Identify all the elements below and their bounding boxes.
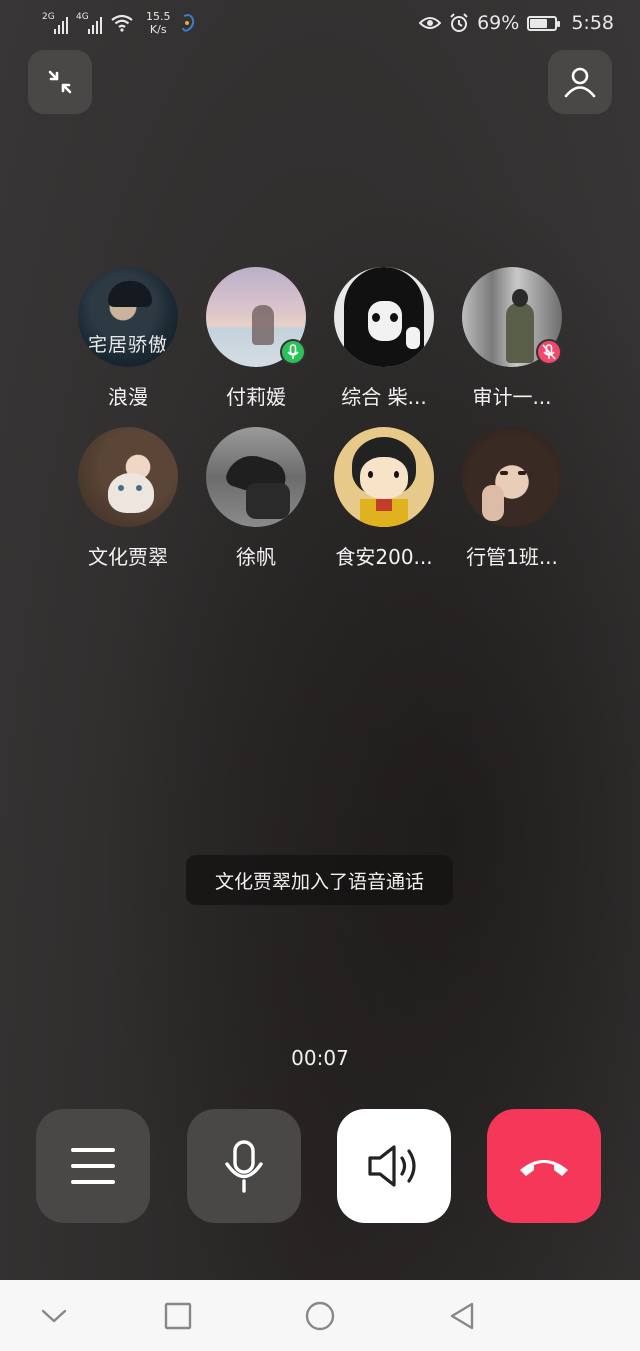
participant-name: 徐帆: [236, 545, 276, 569]
background: [0, 0, 640, 1280]
avatar: [78, 427, 178, 527]
signal-4g-icon: 4G: [76, 12, 102, 34]
participant-tile[interactable]: 付莉媛: [192, 267, 320, 410]
avatar: [206, 427, 306, 527]
hang-up-button[interactable]: [487, 1109, 601, 1223]
call-timer: 00:07: [291, 1046, 349, 1070]
participant-tile[interactable]: 文化贾翠: [64, 427, 192, 570]
minimize-button[interactable]: [28, 50, 92, 114]
network-speed: 15.5 K/s: [146, 10, 171, 36]
speed-unit: K/s: [149, 23, 167, 36]
system-navigation-bar: [0, 1280, 640, 1351]
participant-tile[interactable]: 行管1班...: [448, 427, 576, 570]
signal-2g-label: 2G: [42, 12, 55, 22]
microphone-icon: [225, 1140, 263, 1193]
eye-comfort-icon: [419, 17, 442, 29]
chevron-down-icon: [41, 1309, 67, 1323]
avatar-overlay-text: 宅居骄傲: [87, 334, 168, 356]
back-triangle-icon: [450, 1302, 474, 1330]
avatar: [462, 267, 562, 367]
person-icon: [564, 67, 596, 98]
participant-tile[interactable]: 宅居骄傲 浪漫: [64, 267, 192, 410]
speaker-icon: [368, 1145, 416, 1187]
nav-back-button[interactable]: [444, 1298, 480, 1334]
participant-name: 行管1班...: [466, 545, 558, 569]
participant-name: 审计一...: [472, 385, 552, 409]
clock-time: 5:58: [571, 12, 614, 34]
avatar: [334, 267, 434, 367]
microphone-icon: [287, 344, 299, 359]
nav-recents-button[interactable]: [160, 1298, 196, 1334]
circle-icon: [305, 1301, 335, 1331]
avatar: 宅居骄傲: [78, 267, 178, 367]
avatar: [206, 267, 306, 367]
nav-collapse-button[interactable]: [36, 1298, 72, 1334]
app-notification-icon: [181, 14, 194, 32]
signal-2g-icon: 2G: [42, 12, 68, 34]
participants-button[interactable]: [548, 50, 612, 114]
join-notification-toast: 文化贾翠加入了语音通话: [186, 855, 453, 905]
participant-name: 食安200...: [335, 545, 433, 569]
microphone-button[interactable]: [187, 1109, 301, 1223]
hang-up-icon: [520, 1160, 568, 1176]
menu-icon: [71, 1148, 115, 1184]
participant-name: 付莉媛: [226, 385, 286, 409]
speaker-button[interactable]: [337, 1109, 451, 1223]
participant-name: 浪漫: [108, 385, 148, 409]
wifi-icon: [111, 14, 133, 32]
participant-name: 文化贾翠: [88, 545, 168, 569]
alarm-icon: [450, 13, 468, 32]
participant-name: 综合 柴...: [341, 385, 427, 409]
avatar: [462, 427, 562, 527]
toast-text: 文化贾翠加入了语音通话: [214, 870, 424, 893]
nav-home-button[interactable]: [302, 1298, 338, 1334]
battery-percent: 69%: [477, 12, 520, 34]
participant-tile[interactable]: 审计一...: [448, 267, 576, 410]
participant-tile[interactable]: 综合 柴...: [320, 267, 448, 410]
menu-button[interactable]: [36, 1109, 150, 1223]
status-bar: 2G 4G 15.5 K/s 69% 5:58: [0, 0, 640, 52]
signal-4g-label: 4G: [76, 12, 89, 22]
battery-icon: [527, 15, 561, 31]
muted-badge: [536, 339, 562, 365]
avatar: [334, 427, 434, 527]
minimize-arrows-icon: [48, 70, 72, 94]
microphone-muted-icon: [542, 344, 556, 360]
participant-tile[interactable]: 徐帆: [192, 427, 320, 570]
speed-value: 15.5: [146, 10, 171, 23]
participant-tile[interactable]: 食安200...: [320, 427, 448, 570]
square-icon: [164, 1302, 192, 1330]
speaking-badge: [280, 339, 306, 365]
